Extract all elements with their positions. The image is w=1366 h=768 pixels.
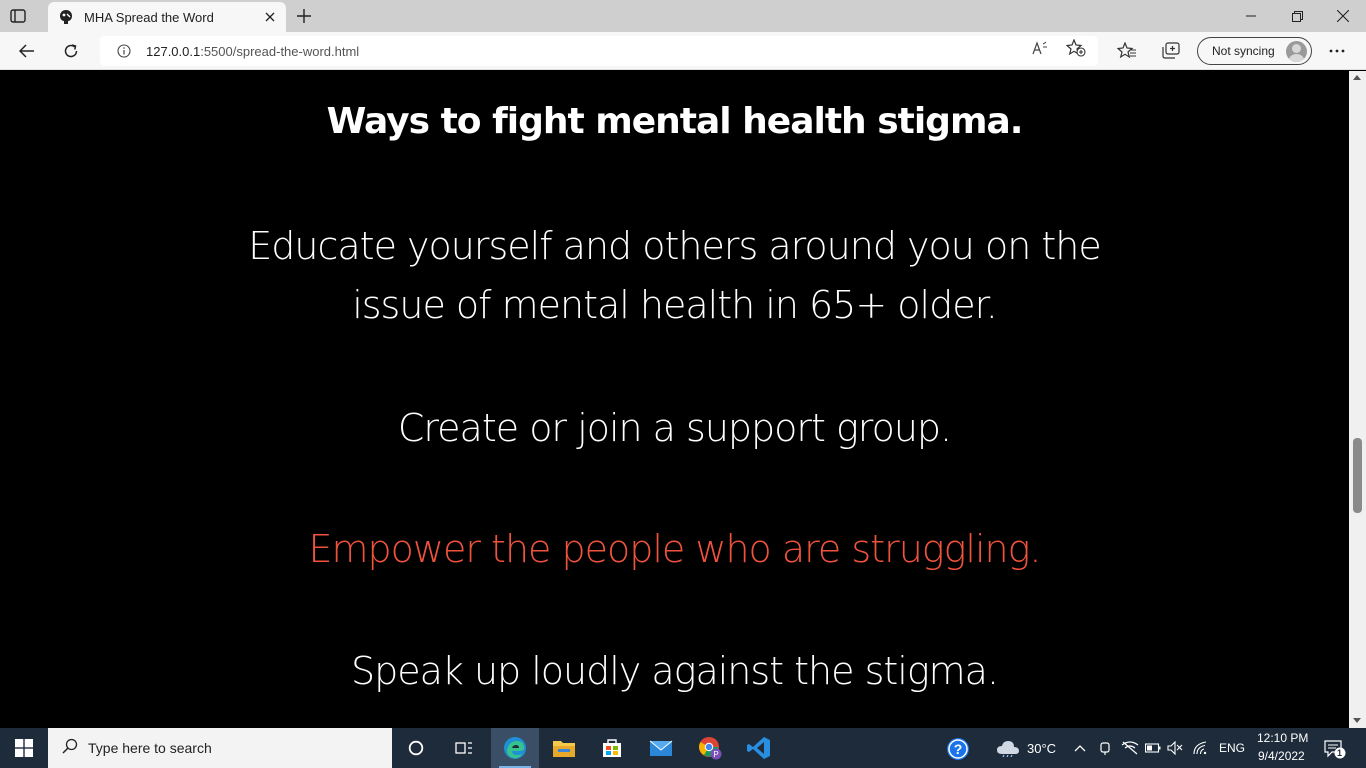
network-off-icon[interactable] xyxy=(1120,740,1140,756)
clock-date[interactable]: 9/4/2022 xyxy=(1258,749,1305,763)
close-tab-icon[interactable] xyxy=(262,9,278,25)
svg-text:?: ? xyxy=(954,741,963,757)
tab-bar: MHA Spread the Word xyxy=(0,0,1366,32)
add-favorite-icon[interactable] xyxy=(1065,39,1087,57)
svg-text:P: P xyxy=(713,750,718,759)
weather-temperature[interactable]: 30°C xyxy=(1027,741,1056,756)
page-viewport: Ways to fight mental health stigma. Educ… xyxy=(0,71,1349,728)
stigma-tip-educate-text: Educate yourself and others around you o… xyxy=(248,224,1101,327)
favorites-icon[interactable] xyxy=(1112,36,1142,66)
taskbar-search-input[interactable]: Type here to search xyxy=(48,728,392,768)
weather-cloud-icon[interactable] xyxy=(996,740,1020,757)
search-placeholder: Type here to search xyxy=(88,740,212,756)
edge-app-icon[interactable] xyxy=(491,728,539,768)
battery-icon[interactable] xyxy=(1145,740,1161,756)
vscode-icon[interactable] xyxy=(735,728,783,768)
clock-time[interactable]: 12:10 PM xyxy=(1257,731,1308,745)
cortana-icon[interactable] xyxy=(392,728,440,768)
new-tab-icon[interactable] xyxy=(292,5,316,27)
site-info-icon[interactable] xyxy=(116,43,132,59)
url-host: 127.0.0.1 xyxy=(146,43,201,59)
search-icon xyxy=(62,738,78,758)
windows-taskbar: Type here to search P ? 30°C ENG 12:10 P… xyxy=(0,728,1366,768)
scrollbar-thumb[interactable] xyxy=(1353,438,1362,513)
stigma-tip-speak-up: Speak up loudly against the stigma. xyxy=(350,649,999,693)
notification-center-icon[interactable] xyxy=(1324,739,1346,759)
refresh-icon[interactable] xyxy=(56,36,86,66)
minimize-icon[interactable] xyxy=(1228,0,1274,32)
chrome-profile-icon[interactable]: P xyxy=(686,728,734,768)
page-scrollbar[interactable] xyxy=(1349,71,1366,728)
tab-active[interactable]: MHA Spread the Word xyxy=(48,2,286,32)
stigma-tip-support-group: Create or join a support group. xyxy=(397,406,952,450)
windows-start-icon[interactable] xyxy=(0,728,48,768)
stigma-tip-educate: Educate yourself and others around you o… xyxy=(0,217,1349,335)
close-window-icon[interactable] xyxy=(1320,0,1366,32)
language-indicator[interactable]: ENG xyxy=(1219,741,1245,755)
address-bar[interactable]: 127.0.0.1:5500/spread-the-word.html xyxy=(100,36,1098,66)
mail-icon[interactable] xyxy=(637,728,685,768)
url-text: 127.0.0.1:5500/spread-the-word.html xyxy=(146,44,359,59)
collections-icon[interactable] xyxy=(1156,36,1186,66)
browser-toolbar: 127.0.0.1:5500/spread-the-word.html Not … xyxy=(0,32,1366,70)
volume-muted-icon[interactable] xyxy=(1167,740,1183,756)
back-icon[interactable] xyxy=(12,36,42,66)
task-view-icon[interactable] xyxy=(440,728,488,768)
microsoft-store-icon[interactable] xyxy=(588,728,636,768)
tab-actions-icon[interactable] xyxy=(8,6,28,26)
site-favicon-icon xyxy=(58,9,74,25)
read-aloud-icon[interactable] xyxy=(1030,39,1052,57)
scroll-up-icon[interactable] xyxy=(1353,75,1361,80)
stigma-tip-empower: Empower the people who are struggling. xyxy=(308,527,1041,571)
sync-label: Not syncing xyxy=(1212,44,1275,58)
scroll-down-icon[interactable] xyxy=(1353,718,1361,723)
page-heading: Ways to fight mental health stigma. xyxy=(326,101,1024,142)
tab-title: MHA Spread the Word xyxy=(84,9,214,25)
meet-now-icon[interactable] xyxy=(1097,740,1113,756)
wifi-icon[interactable] xyxy=(1193,740,1209,756)
notification-count-badge: 1 xyxy=(1337,748,1343,758)
profile-sync-button[interactable]: Not syncing xyxy=(1197,37,1312,65)
help-icon[interactable]: ? xyxy=(946,738,970,760)
more-menu-icon[interactable] xyxy=(1322,36,1352,66)
restore-icon[interactable] xyxy=(1274,0,1320,32)
file-explorer-icon[interactable] xyxy=(540,728,588,768)
show-hidden-icons-chevron-up-icon[interactable] xyxy=(1072,740,1088,756)
avatar xyxy=(1286,41,1307,62)
url-path: :5500/spread-the-word.html xyxy=(200,43,360,59)
